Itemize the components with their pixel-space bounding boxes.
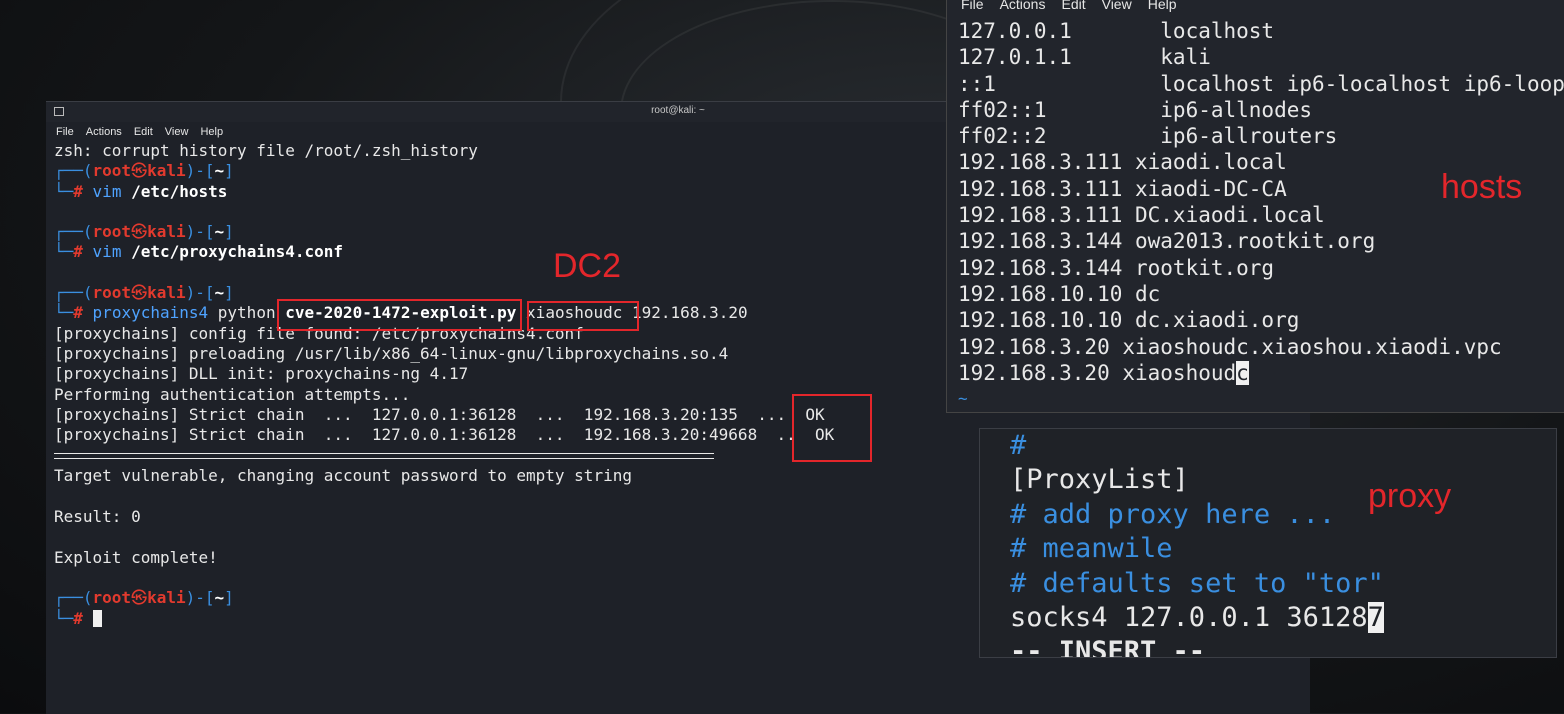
hosts-entry: ::1 localhost ip6-localhost ip6-loopback: [958, 71, 1564, 96]
hosts-entry-editing: 192.168.3.20 xiaoshoudc: [958, 360, 1249, 385]
config-comment: # meanwile: [1010, 533, 1173, 565]
highlight-box-ok: [792, 394, 872, 462]
hosts-entry: 127.0.1.1 kali: [958, 45, 1211, 70]
menu-file[interactable]: File: [56, 126, 74, 138]
hosts-entry: 192.168.3.20 xiaoshoudc.xiaoshou.xiaodi.…: [958, 334, 1502, 359]
menu-help[interactable]: Help: [200, 126, 223, 138]
skull-icon: ㉿: [131, 283, 148, 303]
hosts-file-content[interactable]: 127.0.0.1 localhost 127.0.1.1 kali ::1 l…: [947, 12, 1564, 412]
empty-line-marker: ~: [958, 389, 968, 409]
proxychains-config-window[interactable]: # [ProxyList] # add proxy here ... # mea…: [979, 428, 1557, 658]
hosts-entry: 192.168.10.10 dc.xiaodi.org: [958, 308, 1300, 333]
text-cursor: c: [1236, 360, 1249, 385]
menu-actions[interactable]: Actions: [86, 126, 122, 138]
proxy-config-content[interactable]: # [ProxyList] # add proxy here ... # mea…: [980, 429, 1556, 658]
hosts-terminal-window[interactable]: File Actions Edit View Help 127.0.0.1 lo…: [946, 0, 1564, 413]
output-separator: [54, 453, 714, 460]
menu-actions[interactable]: Actions: [1000, 0, 1046, 12]
skull-icon: ㉿: [131, 222, 148, 242]
config-comment: #: [1010, 430, 1027, 461]
text-cursor: [92, 609, 102, 627]
vim-mode-indicator: -- INSERT --: [1010, 636, 1206, 658]
hosts-entry: 192.168.10.10 dc: [958, 281, 1161, 306]
config-comment: # add proxy here ...: [1010, 498, 1336, 530]
menu-help[interactable]: Help: [1148, 0, 1177, 12]
highlight-box-script: [277, 299, 522, 331]
config-comment: # defaults set to "tor": [1010, 567, 1384, 599]
menu-bar: File Actions Edit View Help: [947, 0, 1564, 12]
annotation-hosts: hosts: [1441, 168, 1523, 206]
annotation-proxy: proxy: [1368, 477, 1452, 515]
highlight-box-target: [527, 301, 639, 331]
hosts-entry: 192.168.3.144 rootkit.org: [958, 255, 1275, 280]
hosts-entry: ff02::2 ip6-allrouters: [958, 124, 1338, 149]
annotation-dc2: DC2: [553, 247, 622, 285]
text-cursor: 7: [1367, 601, 1384, 633]
hosts-entry: 192.168.3.144 owa2013.rootkit.org: [958, 229, 1376, 254]
hosts-entry: 127.0.0.1 localhost: [958, 19, 1275, 43]
skull-icon: ㉿: [131, 161, 148, 181]
hosts-entry: ff02::1 ip6-allnodes: [958, 97, 1313, 122]
menu-view[interactable]: View: [1102, 0, 1132, 12]
menu-view[interactable]: View: [165, 126, 189, 138]
config-section-header: [ProxyList]: [1010, 464, 1189, 496]
proxy-entry: socks4 127.0.0.1 361287: [1010, 601, 1384, 633]
menu-edit[interactable]: Edit: [1061, 0, 1085, 12]
skull-icon: ㉿: [131, 588, 148, 608]
menu-file[interactable]: File: [961, 0, 984, 12]
menu-edit[interactable]: Edit: [134, 126, 153, 138]
